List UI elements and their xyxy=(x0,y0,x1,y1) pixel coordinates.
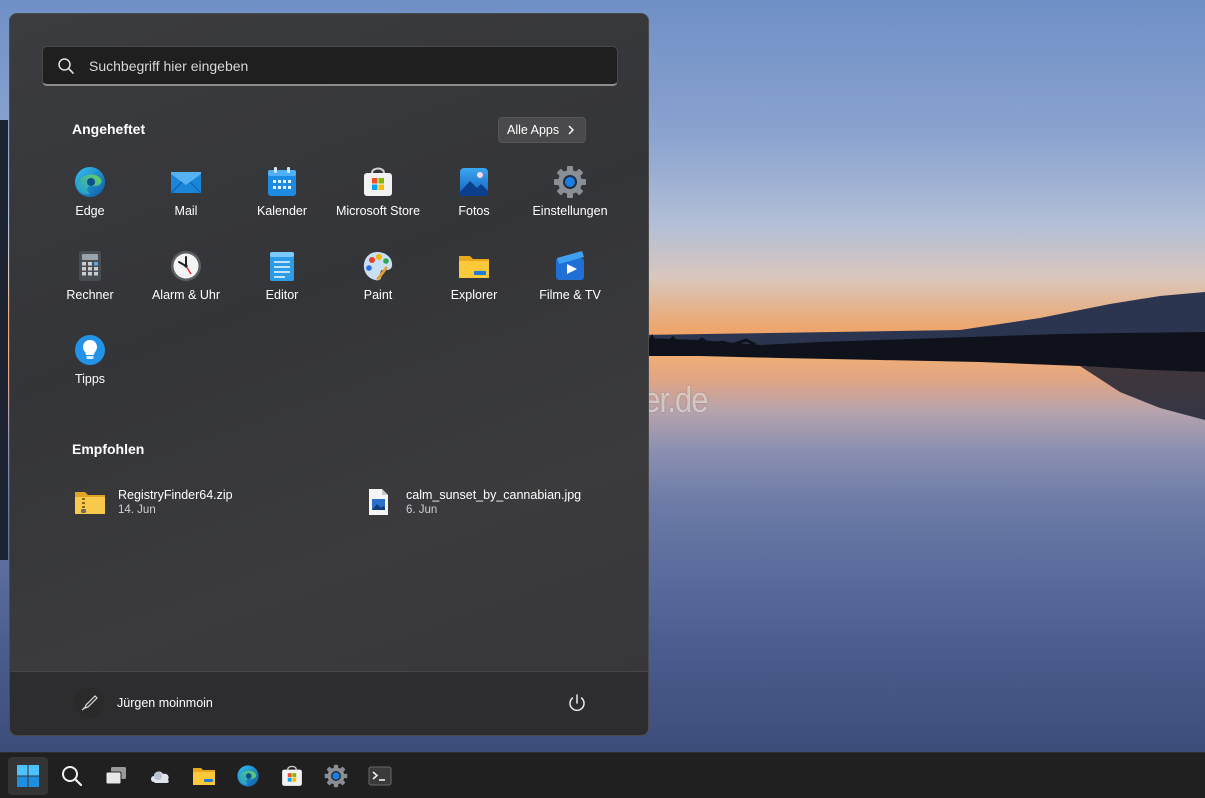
lightbulb-icon xyxy=(75,335,105,365)
terminal-icon xyxy=(368,766,392,786)
search-icon xyxy=(58,57,74,74)
recommended-item[interactable]: RegistryFinder64.zip 14. Jun xyxy=(74,482,233,522)
pinned-app-label: Paint xyxy=(363,288,393,302)
chevron-right-icon xyxy=(568,125,575,135)
pinned-app-tipps[interactable]: Tipps xyxy=(42,332,138,416)
pinned-app-einstellungen[interactable]: Einstellungen xyxy=(522,164,618,248)
pinned-app-label: Alarm & Uhr xyxy=(151,288,221,302)
user-name: Jürgen moinmoin xyxy=(117,696,213,710)
pinned-app-alarm-uhr[interactable]: Alarm & Uhr xyxy=(138,248,234,332)
pinned-app-filme-tv[interactable]: Filme & TV xyxy=(522,248,618,332)
start-menu: Angeheftet Alle Apps Edge M xyxy=(9,13,649,736)
image-file-icon xyxy=(369,489,388,515)
start-icon xyxy=(17,765,39,787)
search-box[interactable] xyxy=(42,46,618,86)
pinned-app-label: Tipps xyxy=(74,372,106,386)
taskbar-terminal-button[interactable] xyxy=(360,757,400,795)
store-icon xyxy=(364,167,392,196)
pinned-app-editor[interactable]: Editor xyxy=(234,248,330,332)
all-apps-button[interactable]: Alle Apps xyxy=(498,117,587,143)
taskbar-settings-button[interactable] xyxy=(316,757,356,795)
widgets-icon xyxy=(151,771,169,783)
recommended-section-title: Empfohlen xyxy=(72,441,145,457)
task-view-icon xyxy=(105,767,126,785)
taskbar-task-view-button[interactable] xyxy=(96,757,136,795)
pinned-app-label: Filme & TV xyxy=(539,288,601,302)
film-icon xyxy=(556,251,584,280)
pinned-app-label: Fotos xyxy=(458,204,490,218)
taskbar-widgets-button[interactable] xyxy=(140,757,180,795)
gear-icon xyxy=(324,764,348,788)
pinned-section-title: Angeheftet xyxy=(72,121,146,137)
pinned-app-kalender[interactable]: Kalender xyxy=(234,164,330,248)
edge-icon xyxy=(75,167,105,197)
user-account-button[interactable]: Jürgen moinmoin xyxy=(74,688,213,718)
pinned-app-label: Rechner xyxy=(66,288,114,302)
edge-icon xyxy=(237,765,259,787)
pinned-app-label: Edge xyxy=(75,204,105,218)
recommended-item-date: 6. Jun xyxy=(406,504,438,516)
calculator-icon xyxy=(79,251,101,281)
pinned-app-paint[interactable]: Paint xyxy=(330,248,426,332)
pinned-app-label: Einstellungen xyxy=(532,204,608,218)
clock-icon xyxy=(171,251,201,281)
taskbar-search-button[interactable] xyxy=(52,757,92,795)
photos-icon xyxy=(460,168,488,196)
folder-icon xyxy=(193,768,215,785)
taskbar-start-button[interactable] xyxy=(8,757,48,795)
zip-folder-icon xyxy=(75,492,105,514)
recommended-item-date: 14. Jun xyxy=(118,504,156,516)
pinned-app-label: Mail xyxy=(174,204,198,218)
pinned-app-rechner[interactable]: Rechner xyxy=(42,248,138,332)
store-icon xyxy=(282,765,302,786)
pinned-app-label: Explorer xyxy=(450,288,498,302)
pinned-app-fotos[interactable]: Fotos xyxy=(426,164,522,248)
notepad-icon xyxy=(270,252,294,281)
paint-icon xyxy=(363,252,393,281)
search-input[interactable] xyxy=(87,56,591,75)
taskbar xyxy=(0,752,1205,798)
start-menu-footer: Jürgen moinmoin xyxy=(10,671,648,735)
taskbar-store-button[interactable] xyxy=(272,757,312,795)
recommended-item[interactable]: calm_sunset_by_cannabian.jpg 6. Jun xyxy=(362,482,581,522)
pinned-app-label: Editor xyxy=(265,288,299,302)
pinned-app-label: Kalender xyxy=(256,204,308,218)
pinned-app-mail[interactable]: Mail xyxy=(138,164,234,248)
search-icon xyxy=(62,766,83,787)
taskbar-explorer-button[interactable] xyxy=(184,757,224,795)
power-icon[interactable] xyxy=(566,692,588,714)
mail-icon xyxy=(170,172,202,194)
pinned-app-label: Microsoft Store xyxy=(335,204,421,218)
recommended-item-name: calm_sunset_by_cannabian.jpg xyxy=(406,488,582,502)
recommended-item-name: RegistryFinder64.zip xyxy=(118,488,233,502)
user-avatar-icon xyxy=(74,688,104,718)
calendar-icon xyxy=(268,167,296,196)
taskbar-edge-button[interactable] xyxy=(228,757,268,795)
folder-icon xyxy=(459,256,489,278)
all-apps-label: Alle Apps xyxy=(507,123,560,137)
gear-icon xyxy=(554,166,586,198)
pinned-app-explorer[interactable]: Explorer xyxy=(426,248,522,332)
pinned-app-edge[interactable]: Edge xyxy=(42,164,138,248)
pinned-app-microsoft-store[interactable]: Microsoft Store xyxy=(330,164,426,248)
